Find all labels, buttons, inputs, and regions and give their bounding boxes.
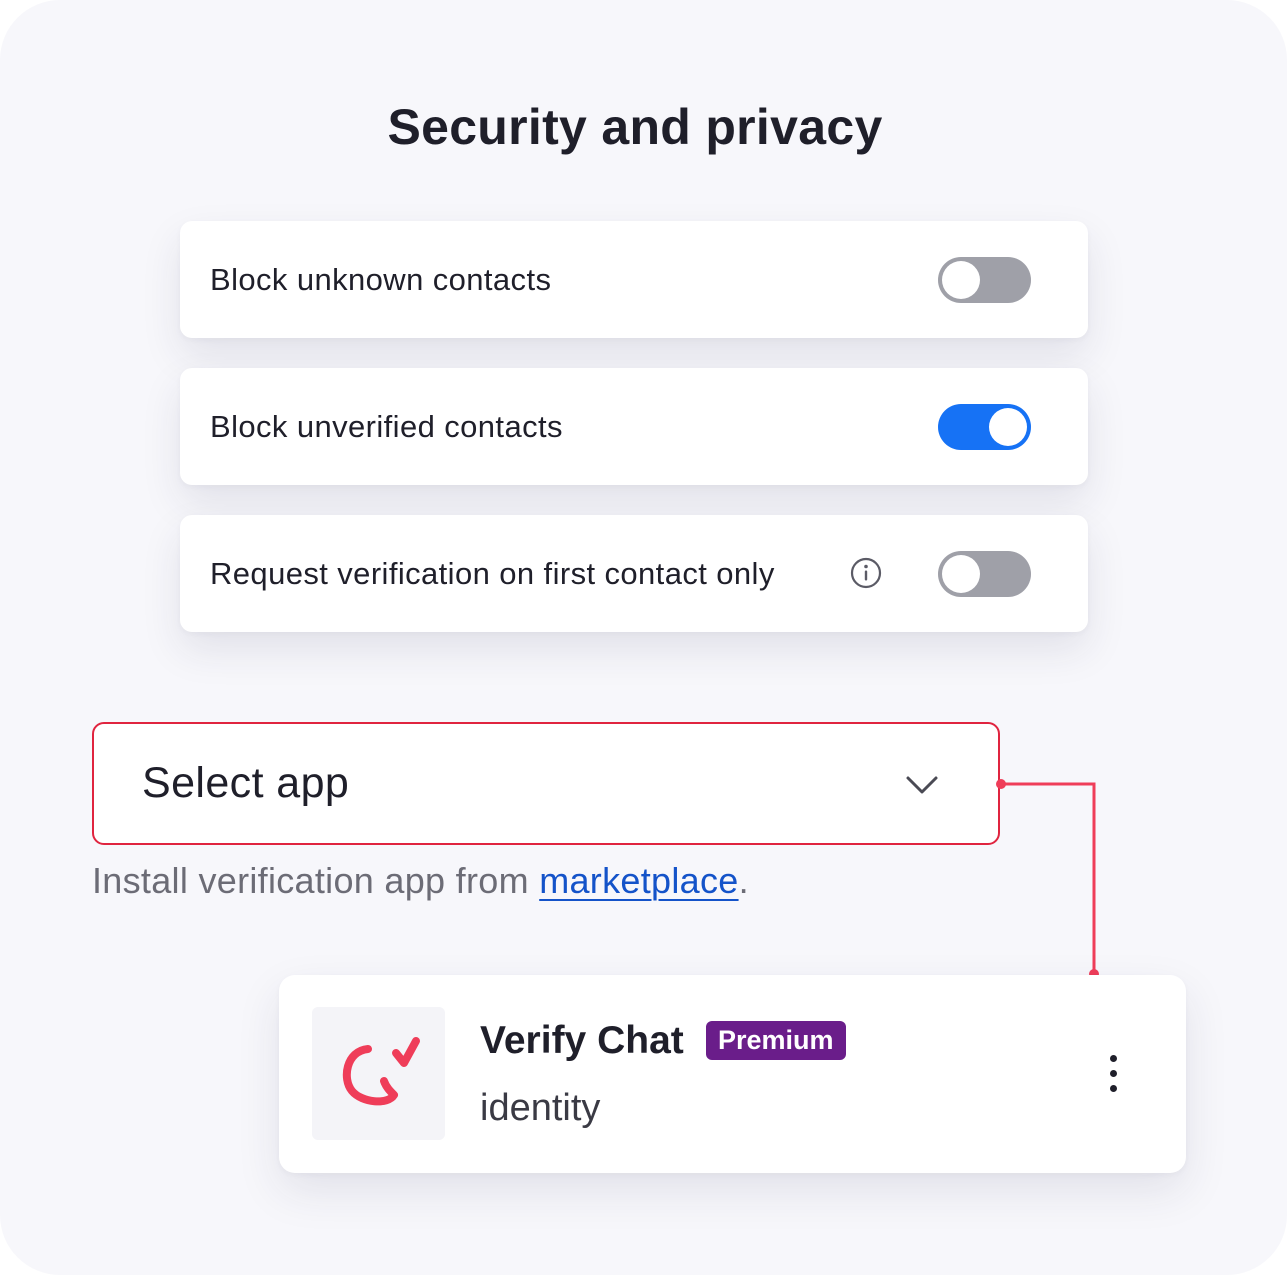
helper-text: Install verification app from marketplac… (92, 860, 749, 902)
setting-label: Block unknown contacts (210, 261, 552, 297)
toggle-request-verification[interactable] (938, 551, 1031, 597)
info-icon[interactable] (850, 557, 882, 589)
setting-row-block-unknown: Block unknown contacts (180, 221, 1088, 338)
page-title: Security and privacy (387, 99, 883, 155)
premium-badge: Premium (706, 1021, 846, 1060)
verify-chat-logo-icon (312, 1007, 445, 1140)
helper-prefix: Install verification app from (92, 860, 540, 901)
setting-row-block-unverified: Block unverified contacts (180, 368, 1088, 485)
helper-suffix: . (738, 860, 749, 901)
toggle-knob (989, 408, 1027, 446)
toggle-knob (942, 555, 980, 593)
more-vertical-icon[interactable] (1099, 1051, 1129, 1097)
setting-label: Request verification on first contact on… (210, 555, 775, 591)
select-app-dropdown[interactable]: Select app (92, 722, 1000, 845)
toggle-block-unknown[interactable] (938, 257, 1031, 303)
marketplace-link[interactable]: marketplace (539, 860, 738, 901)
app-name: Verify Chat (480, 1019, 684, 1062)
app-card-verify-chat[interactable]: Verify Chat Premium identity (279, 975, 1186, 1173)
canvas: Security and privacy Block unknown conta… (0, 0, 1287, 1275)
toggle-block-unverified[interactable] (938, 404, 1031, 450)
select-app-value: Select app (142, 758, 350, 807)
setting-label: Block unverified contacts (210, 408, 563, 444)
toggle-knob (942, 261, 980, 299)
setting-row-request-verification: Request verification on first contact on… (180, 515, 1088, 632)
chevron-down-icon (906, 776, 938, 794)
app-subtitle: identity (480, 1087, 601, 1129)
